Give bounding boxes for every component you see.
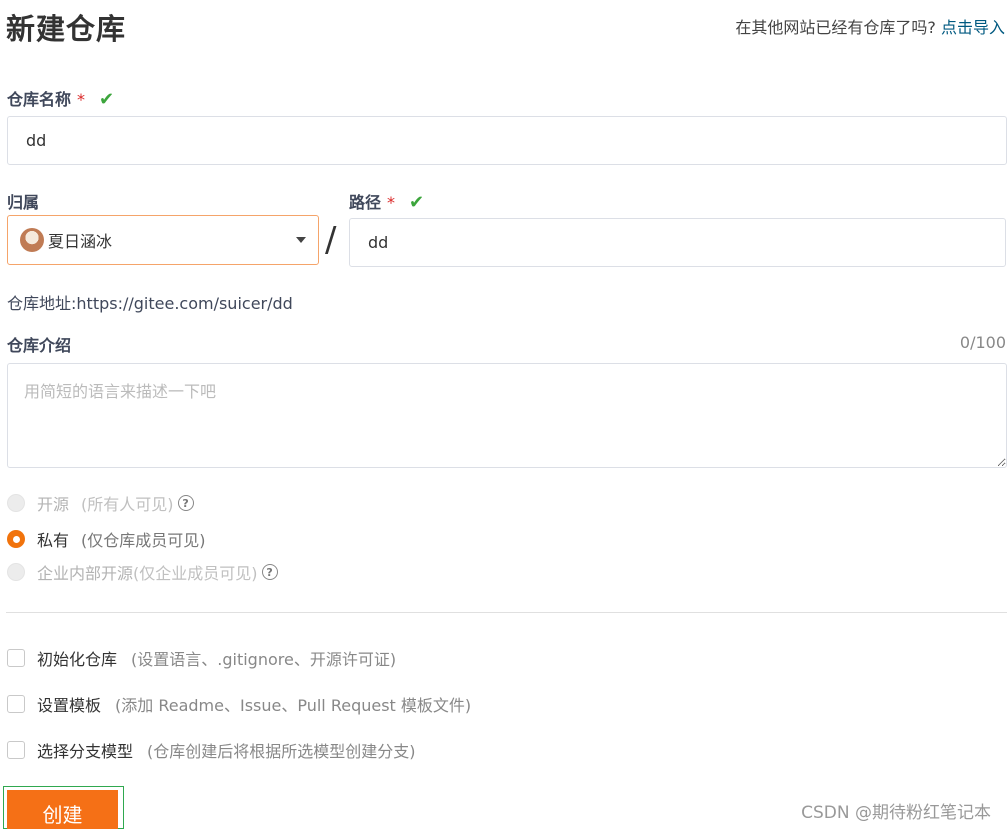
checkbox-label: 初始化仓库 [37,650,118,669]
checkbox-desc: (仓库创建后将根据所选模型创建分支) [147,742,416,761]
checkbox-branch-model[interactable] [7,741,25,759]
check-icon: ✔ [99,89,115,110]
radio-public[interactable] [7,494,25,512]
path-label: 路径 * ✔ [349,192,425,213]
import-prompt: 在其他网站已经有仓库了吗? 点击导入 [735,14,1005,38]
checkbox-label: 设置模板 [37,696,102,715]
owner-select[interactable]: 夏日涵冰 [7,215,319,265]
option-init-repo[interactable]: 初始化仓库 (设置语言、.gitignore、开源许可证) [7,646,396,670]
radio-desc: (所有人可见) [81,495,174,514]
visibility-option-private[interactable]: 私有 (仅仓库成员可见) [7,527,206,551]
description-label: 仓库介绍 [7,336,72,355]
watermark: CSDN @期待粉红笔记本 [801,803,991,823]
checkbox-label: 选择分支模型 [37,742,134,761]
required-mark: * [77,90,86,109]
help-icon[interactable]: ? [261,564,278,580]
checkbox-desc: (添加 Readme、Issue、Pull Request 模板文件) [115,696,472,715]
path-field[interactable] [349,218,1006,267]
radio-label: 企业内部开源 [37,564,134,583]
help-icon[interactable]: ? [177,495,194,511]
repo-name-label: 仓库名称 * ✔ [7,89,115,110]
caret-down-icon [296,237,306,243]
repo-address-label: 仓库地址: [7,294,77,313]
import-prompt-text: 在其他网站已经有仓库了吗? [735,18,936,37]
check-icon: ✔ [409,192,425,213]
radio-private[interactable] [7,530,25,548]
radio-desc: (仅仓库成员可见) [81,531,206,550]
avatar [20,228,44,252]
option-template[interactable]: 设置模板 (添加 Readme、Issue、Pull Request 模板文件) [7,692,471,716]
checkbox-template[interactable] [7,695,25,713]
required-mark: * [387,193,396,212]
radio-label: 私有 [37,531,70,550]
path-separator: / [325,220,337,260]
radio-label: 开源 [37,495,70,514]
divider [6,612,1007,613]
radio-desc: (仅企业成员可见) [133,564,258,583]
radio-enterprise[interactable] [7,563,25,581]
repo-name-input[interactable] [8,117,1006,164]
repo-address: 仓库地址:https://gitee.com/suicer/dd [7,290,293,314]
option-branch-model[interactable]: 选择分支模型 (仓库创建后将根据所选模型创建分支) [7,738,416,762]
visibility-option-enterprise[interactable]: 企业内部开源 (仅企业成员可见) ? [7,560,278,584]
repo-address-url: https://gitee.com/suicer/dd [76,294,293,313]
create-button[interactable]: 创建 [7,790,118,829]
page-title: 新建仓库 [6,12,127,46]
checkbox-desc: (设置语言、.gitignore、开源许可证) [131,650,397,669]
visibility-option-public[interactable]: 开源 (所有人可见) ? [7,491,194,515]
checkbox-init-repo[interactable] [7,649,25,667]
repo-name-field[interactable] [7,116,1007,165]
owner-selected-value: 夏日涵冰 [48,232,113,251]
description-counter: 0/100 [959,333,1006,352]
description-textarea[interactable] [7,363,1007,468]
path-input[interactable] [350,219,1005,266]
import-link[interactable]: 点击导入 [941,18,1005,37]
owner-label: 归属 [7,193,40,212]
